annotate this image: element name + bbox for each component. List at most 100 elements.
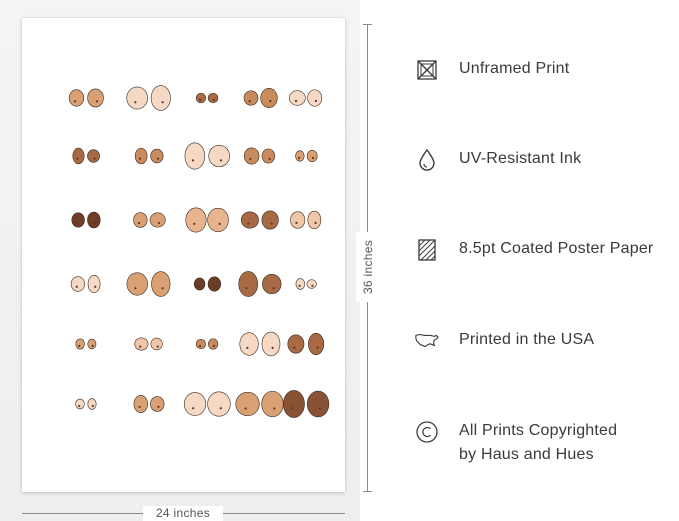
art-pair [134, 337, 163, 351]
art-pair [184, 142, 230, 170]
art-shape [72, 147, 85, 165]
art-shape [70, 276, 86, 292]
copyright-icon [414, 419, 440, 445]
art-shape [238, 271, 259, 297]
art-shape [150, 85, 171, 111]
art-shape [243, 90, 259, 106]
art-dot [316, 346, 319, 349]
art-shape [87, 275, 101, 293]
poster-print [22, 18, 345, 492]
art-shape [71, 212, 85, 228]
art-shape [87, 149, 100, 163]
art-pair [75, 398, 97, 410]
art-pair [68, 88, 104, 108]
art-dot [294, 99, 298, 103]
art-shape [150, 337, 163, 351]
art-shape [195, 92, 207, 104]
art-dot [318, 407, 322, 410]
art-shape [183, 392, 207, 416]
art-shape [306, 390, 330, 418]
art-dot [156, 157, 160, 160]
feature-label: Printed in the USA [459, 331, 595, 348]
art-shape [207, 391, 231, 417]
art-shape [306, 279, 317, 289]
art-dot [247, 222, 250, 225]
art-dot [298, 284, 301, 287]
art-dot [138, 405, 141, 408]
art-dot [269, 100, 272, 103]
height-dimension-tick-top [363, 24, 372, 25]
art-dot [297, 156, 301, 160]
art-dot [193, 222, 196, 225]
art-dot [157, 405, 160, 408]
art-shape [306, 150, 318, 162]
art-shape [261, 210, 279, 230]
art-dot [219, 159, 223, 162]
art-shape [287, 334, 305, 354]
art-pair [238, 271, 282, 297]
art-dot [78, 404, 81, 408]
art-dot [246, 346, 249, 349]
art-shape [307, 210, 322, 230]
art-dot [95, 100, 99, 103]
art-dot [219, 407, 222, 410]
art-pair [295, 278, 317, 290]
art-shape [260, 87, 278, 109]
feature-paper: 8.5pt Coated Poster Paper [414, 237, 679, 263]
art-shape [207, 207, 229, 233]
art-shape [283, 390, 305, 418]
art-pair [287, 332, 325, 356]
art-dot [192, 407, 195, 410]
art-dot [93, 221, 97, 224]
art-shape [134, 337, 149, 351]
art-shape [207, 276, 222, 292]
art-shape [295, 150, 305, 162]
art-pair [72, 147, 100, 165]
art-dot [295, 221, 298, 224]
art-dot [197, 285, 200, 288]
art-dot [271, 346, 274, 349]
art-shape [243, 147, 260, 165]
art-pair [183, 391, 231, 417]
art-dot [161, 287, 164, 290]
art-dot [78, 344, 81, 347]
art-shape [207, 92, 219, 104]
art-pair [71, 211, 101, 229]
art-shape [75, 338, 85, 350]
art-dot [156, 345, 159, 348]
art-dot [137, 221, 141, 225]
art-shape [295, 278, 306, 290]
art-shape [150, 396, 165, 412]
art-dot [212, 98, 215, 102]
art-dot [191, 159, 195, 162]
feature-label-line1: All Prints Copyrighted [459, 422, 618, 439]
art-shape [195, 338, 206, 350]
art-pair [133, 395, 165, 413]
art-shape [261, 331, 281, 357]
art-shape [87, 88, 104, 108]
art-dot [268, 157, 271, 160]
art-shape [240, 211, 259, 229]
art-pair [240, 210, 279, 230]
art-pair [134, 147, 164, 165]
art-dot [249, 157, 252, 160]
art-dot [161, 101, 164, 104]
art-shape [68, 89, 85, 107]
art-dot [73, 100, 77, 103]
art-shape [235, 391, 260, 417]
art-dot [314, 221, 317, 224]
feature-label: Unframed Print [459, 60, 570, 77]
art-dot [290, 407, 294, 410]
art-dot [245, 287, 248, 290]
art-shape [193, 277, 206, 291]
art-pair [283, 390, 330, 418]
art-shape [134, 147, 148, 165]
usa-map-icon [414, 328, 440, 354]
art-pair [243, 147, 276, 165]
art-shape [133, 395, 148, 413]
art-pair [193, 276, 222, 292]
art-dot [93, 157, 96, 160]
height-dimension-tick-bottom [363, 491, 372, 492]
height-dimension-label: 36 inches [356, 232, 380, 302]
art-pair [239, 331, 281, 357]
